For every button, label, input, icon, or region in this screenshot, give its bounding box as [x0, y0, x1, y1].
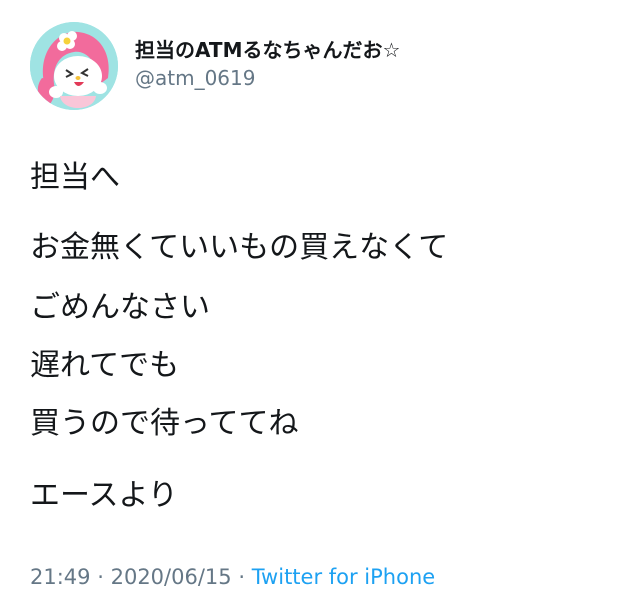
user-handle[interactable]: @atm_0619 [135, 66, 255, 90]
display-name[interactable]: 担当のATMるなちゃんだお☆ [135, 34, 400, 63]
tweet-metadata: 21:49 · 2020/06/15 · Twitter for iPhone [30, 565, 435, 589]
tweet-card: 担当のATMるなちゃんだお☆ @atm_0619 担当へ お金無くていいもの買え… [0, 0, 636, 608]
tweet-text-line: エースより [30, 478, 178, 513]
tweet-text-line: 遅れてでも [30, 348, 180, 383]
tweet-text-line: ごめんなさい [30, 290, 210, 325]
meta-separator: · [238, 565, 246, 589]
avatar[interactable] [30, 22, 118, 110]
tweet-text-line: お金無くていいもの買えなくて [30, 230, 449, 265]
tweet-time[interactable]: 21:49 [30, 565, 91, 589]
tweet-date[interactable]: 2020/06/15 [111, 565, 232, 589]
my-melody-avatar-icon [30, 22, 118, 110]
tweet-source-link[interactable]: Twitter for iPhone [252, 565, 436, 589]
tweet-text-line: 買うので待っててね [30, 406, 299, 441]
meta-separator: · [97, 565, 104, 589]
tweet-text-line: 担当へ [30, 160, 120, 195]
